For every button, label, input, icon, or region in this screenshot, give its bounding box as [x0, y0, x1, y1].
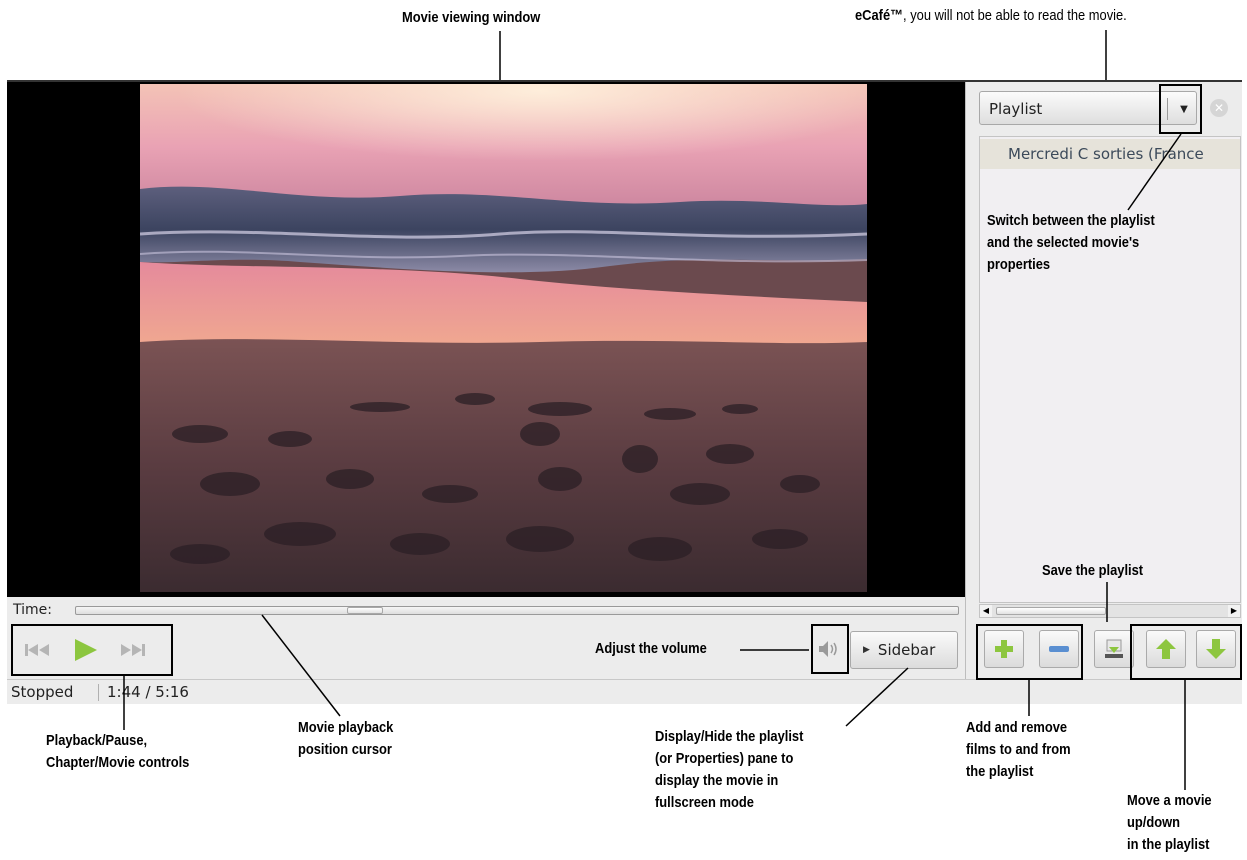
- annotation-add-line3: the playlist: [966, 763, 1034, 780]
- time-label: Time:: [13, 602, 52, 618]
- play-icon: [75, 639, 97, 661]
- move-down-button[interactable]: [1196, 630, 1236, 668]
- save-playlist-button[interactable]: [1094, 630, 1134, 668]
- expand-arrow-icon: ▶: [863, 645, 870, 655]
- previous-button[interactable]: [19, 637, 55, 663]
- save-icon: [1105, 639, 1123, 658]
- add-to-playlist-button[interactable]: [984, 630, 1024, 668]
- playback-status: Stopped: [11, 683, 74, 701]
- media-player-window: Time: ▶ Sidebar Playlist ▼ ✕ Mercredi C …: [7, 80, 1242, 704]
- annotation-switch-line2: and the selected movie's: [987, 234, 1140, 251]
- annotation-add-line2: films to and from: [966, 741, 1071, 758]
- dropdown-arrow-icon[interactable]: ▼: [1174, 98, 1194, 120]
- scrollbar-thumb[interactable]: [996, 607, 1106, 615]
- status-separator: [98, 684, 99, 701]
- annotation-move-line3: in the playlist: [1127, 836, 1210, 853]
- annotation-display-line3: display the movie in: [655, 772, 779, 789]
- controls-bar: ▶ Sidebar: [7, 623, 965, 679]
- playlist-list[interactable]: Mercredi C sorties (France: [979, 136, 1241, 603]
- annotation-switch-line3: properties: [987, 256, 1051, 273]
- video-frame: [140, 84, 867, 592]
- sidebar-mode-combo[interactable]: Playlist ▼: [979, 91, 1197, 125]
- beach-sunset-video-still: [140, 84, 867, 592]
- sidebar-panel: Playlist ▼ ✕ Mercredi C sorties (France …: [965, 82, 1242, 679]
- playback-position-thumb[interactable]: [347, 607, 383, 614]
- volume-button[interactable]: [812, 633, 846, 665]
- skip-back-icon: [25, 644, 49, 656]
- annotation-display-line1: Display/Hide the playlist: [655, 728, 804, 745]
- annotation-movie-viewing-window: Movie viewing window: [402, 9, 541, 26]
- video-area[interactable]: [7, 82, 965, 597]
- annotation-playback-line1: Playback/Pause,: [46, 732, 148, 749]
- remove-from-playlist-button[interactable]: [1039, 630, 1079, 668]
- skip-forward-icon: [121, 644, 145, 656]
- annotation-move-line1: Move a movie: [1127, 792, 1212, 809]
- time-row: Time:: [7, 599, 965, 621]
- annotation-adjust-volume: Adjust the volume: [595, 640, 707, 657]
- status-bar: Stopped 1:44 / 5:16: [7, 679, 1242, 704]
- annotation-ecafe-brand: eCafé™: [855, 7, 904, 24]
- combo-divider: [1167, 98, 1168, 120]
- play-pause-button[interactable]: [67, 637, 103, 663]
- plus-icon: [995, 640, 1013, 658]
- annotation-save-playlist: Save the playlist: [1042, 562, 1144, 579]
- annotation-playback-line2: Chapter/Movie controls: [46, 754, 190, 771]
- sidebar-toggle-button[interactable]: ▶ Sidebar: [850, 631, 958, 669]
- annotation-cursor-line2: position cursor: [298, 741, 392, 758]
- annotation-display-line4: fullscreen mode: [655, 794, 754, 811]
- sidebar-button-label: Sidebar: [877, 641, 936, 659]
- annotation-cursor-line1: Movie playback: [298, 719, 394, 736]
- time-display: 1:44 / 5:16: [107, 683, 189, 701]
- annotation-ecafe-note: eCafé™, you will not be able to read the…: [855, 6, 1127, 26]
- playlist-item[interactable]: Mercredi C sorties (France: [980, 139, 1240, 169]
- playlist-horizontal-scrollbar[interactable]: ◀ ▶: [979, 604, 1241, 618]
- sidebar-mode-value: Playlist: [989, 100, 1043, 118]
- playback-position-slider[interactable]: [75, 606, 959, 615]
- scroll-left-icon[interactable]: ◀: [980, 605, 992, 617]
- move-up-button[interactable]: [1146, 630, 1186, 668]
- scroll-right-icon[interactable]: ▶: [1228, 605, 1240, 617]
- annotation-move-line2: up/down: [1127, 814, 1181, 831]
- arrow-up-icon: [1156, 639, 1176, 659]
- next-button[interactable]: [115, 637, 151, 663]
- annotation-display-line2: (or Properties) pane to: [655, 750, 794, 767]
- speaker-icon: [819, 641, 837, 657]
- close-circle-icon[interactable]: ✕: [1210, 99, 1228, 117]
- annotation-ecafe-rest: , you will not be able to read the movie…: [903, 7, 1127, 24]
- arrow-down-icon: [1206, 639, 1226, 659]
- minus-icon: [1049, 646, 1069, 652]
- annotation-switch-line1: Switch between the playlist: [987, 212, 1155, 229]
- annotation-add-line1: Add and remove: [966, 719, 1068, 736]
